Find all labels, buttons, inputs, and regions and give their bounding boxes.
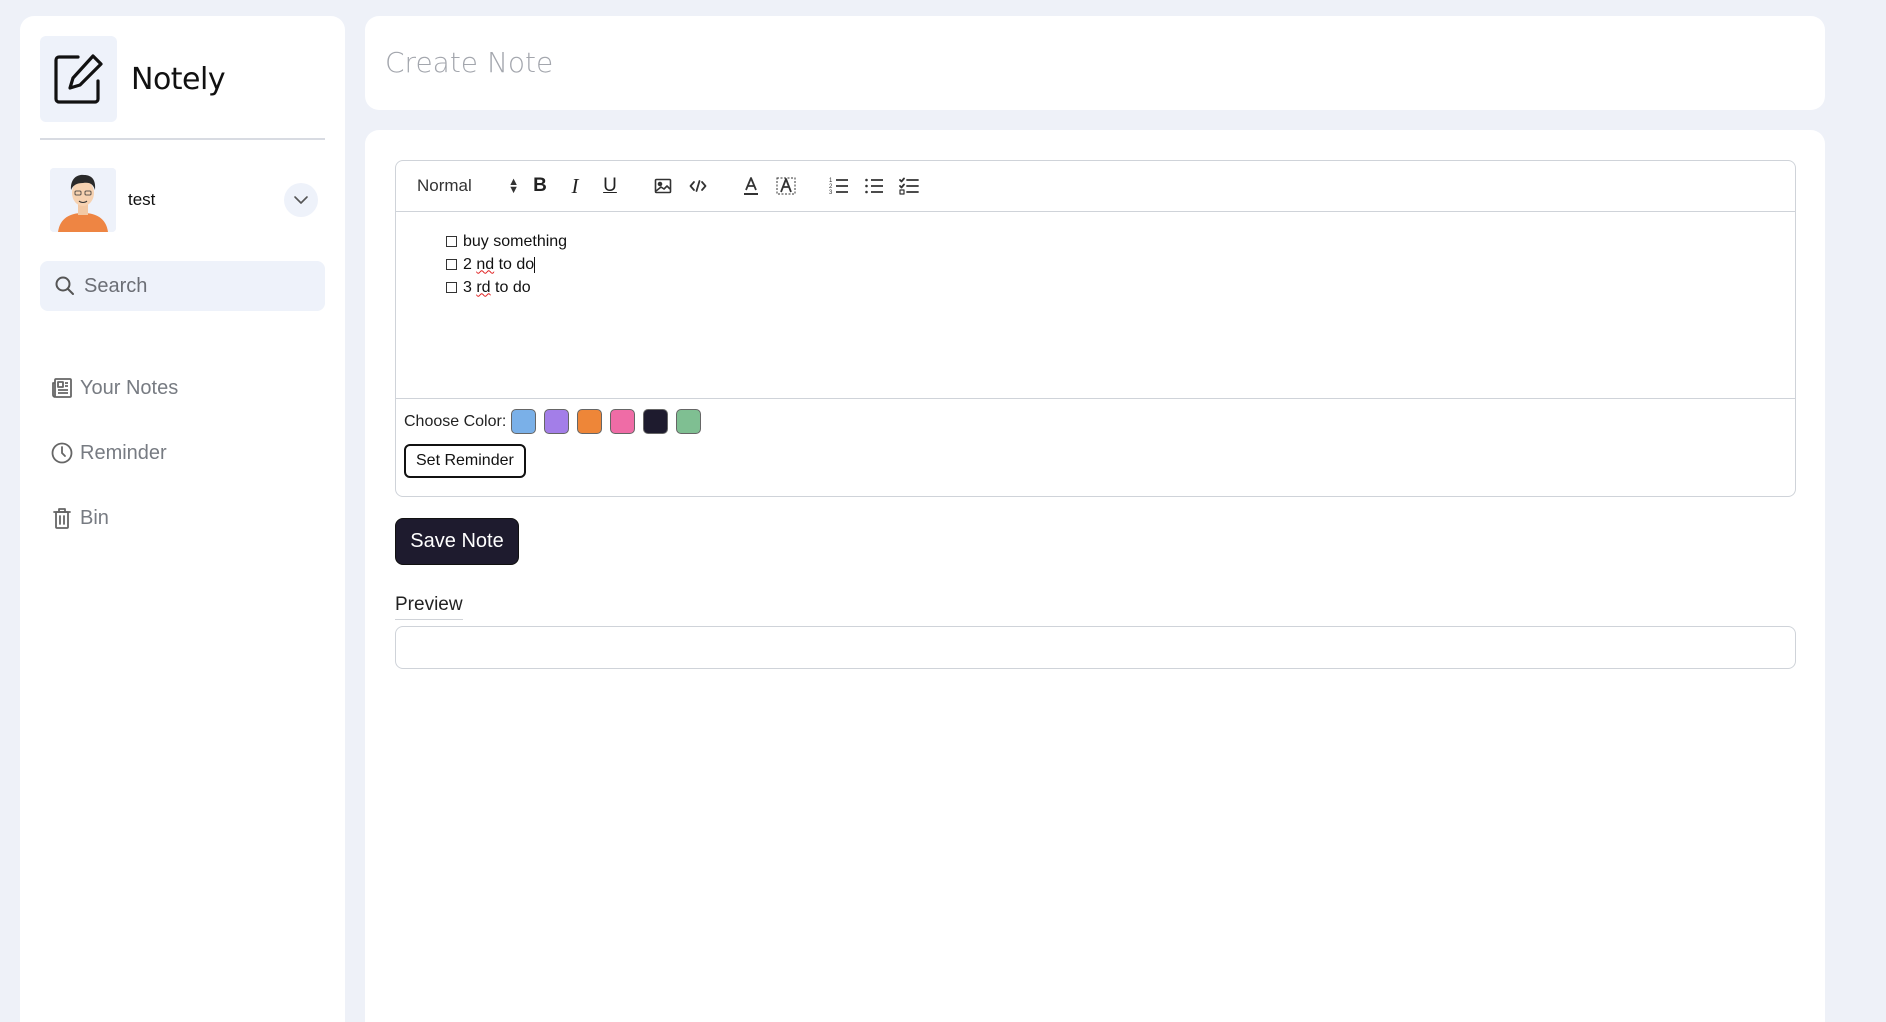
checklist-icon xyxy=(899,177,919,195)
checkbox[interactable] xyxy=(446,259,457,270)
code-icon xyxy=(689,180,707,192)
header: Create Note xyxy=(365,16,1825,110)
color-swatch-blue[interactable] xyxy=(511,409,537,434)
color-swatch-pink[interactable] xyxy=(610,409,636,434)
trash-icon xyxy=(53,508,71,529)
preview-label: Preview xyxy=(395,594,463,620)
checkbox[interactable] xyxy=(446,236,457,247)
checklist-item: 3 rd to do xyxy=(446,276,1795,299)
checklist-item: buy something xyxy=(446,230,1795,253)
text-color-button[interactable] xyxy=(738,173,764,199)
color-swatch-purple[interactable] xyxy=(544,409,570,434)
background-color-button[interactable] xyxy=(773,173,799,199)
text-format-select[interactable]: Normal ▲ ▼ xyxy=(417,176,527,196)
sidebar-divider xyxy=(40,138,325,140)
checklist-item: 2 nd to do xyxy=(446,253,1795,276)
bold-button[interactable]: B xyxy=(527,173,553,199)
text-color-icon xyxy=(744,177,758,195)
color-picker-label: Choose Color: xyxy=(404,412,507,430)
checklist-text: 2 xyxy=(463,255,477,273)
note-preview xyxy=(395,626,1796,669)
set-reminder-button[interactable]: Set Reminder xyxy=(404,444,526,478)
rich-text-editor: Normal ▲ ▼ B I U 123 buy something 2 nd … xyxy=(395,160,1796,497)
sidebar: Notely test Your Notes xyxy=(20,16,345,1022)
sidebar-item-label: Your Notes xyxy=(80,376,179,399)
user-profile: test xyxy=(50,168,318,232)
avatar xyxy=(50,168,116,232)
search-bar xyxy=(40,261,325,311)
page-title: Create Note xyxy=(385,46,554,79)
ordered-list-icon: 123 xyxy=(829,178,848,195)
select-caret-icon: ▲ ▼ xyxy=(508,176,519,196)
highlight-color-icon xyxy=(776,177,796,195)
color-picker: Choose Color: xyxy=(396,399,1795,434)
text-format-value: Normal xyxy=(417,176,472,195)
svg-text:3: 3 xyxy=(829,190,833,195)
checkbox[interactable] xyxy=(446,282,457,293)
ordered-list-button[interactable]: 123 xyxy=(826,173,852,199)
color-swatch-green[interactable] xyxy=(676,409,702,434)
sidebar-item-label: Bin xyxy=(80,506,109,529)
checklist-text: to do xyxy=(490,278,531,296)
color-swatch-dark[interactable] xyxy=(643,409,669,434)
spellcheck-word: nd xyxy=(476,255,495,273)
checklist-text: to do xyxy=(494,255,535,273)
color-swatch-orange[interactable] xyxy=(577,409,603,434)
bullet-list-button[interactable] xyxy=(861,173,887,199)
chevron-down-icon xyxy=(294,196,308,204)
note-editor-panel: Normal ▲ ▼ B I U 123 buy something 2 nd … xyxy=(365,130,1825,1022)
app-name: Notely xyxy=(131,61,226,97)
spellcheck-word: rd xyxy=(476,278,491,296)
save-note-button[interactable]: Save Note xyxy=(395,518,519,565)
code-button[interactable] xyxy=(685,173,711,199)
clock-icon xyxy=(51,442,73,464)
checklist-text: buy something xyxy=(463,232,568,250)
notes-icon xyxy=(52,378,72,398)
underline-button[interactable]: U xyxy=(597,173,623,199)
checklist-button[interactable] xyxy=(896,173,922,199)
image-icon xyxy=(654,178,672,194)
italic-button[interactable]: I xyxy=(562,173,588,199)
sidebar-item-reminder[interactable]: Reminder xyxy=(50,433,178,473)
sidebar-nav: Your Notes Reminder Bin xyxy=(50,368,178,563)
checklist-text: 3 xyxy=(463,278,477,296)
text-cursor xyxy=(534,256,536,273)
bullet-list-icon xyxy=(865,178,883,194)
editor-toolbar: Normal ▲ ▼ B I U 123 xyxy=(396,161,1795,212)
note-edit-logo-icon xyxy=(40,36,117,122)
user-name: test xyxy=(128,190,156,209)
brand: Notely xyxy=(40,36,226,122)
sidebar-item-label: Reminder xyxy=(80,441,167,464)
sidebar-item-your-notes[interactable]: Your Notes xyxy=(50,368,178,408)
sidebar-item-bin[interactable]: Bin xyxy=(50,498,178,538)
search-input[interactable] xyxy=(84,274,314,298)
user-menu-toggle[interactable] xyxy=(284,183,318,217)
editor-content[interactable]: buy something 2 nd to do 3 rd to do xyxy=(396,212,1795,399)
insert-image-button[interactable] xyxy=(650,173,676,199)
search-icon xyxy=(55,276,74,295)
